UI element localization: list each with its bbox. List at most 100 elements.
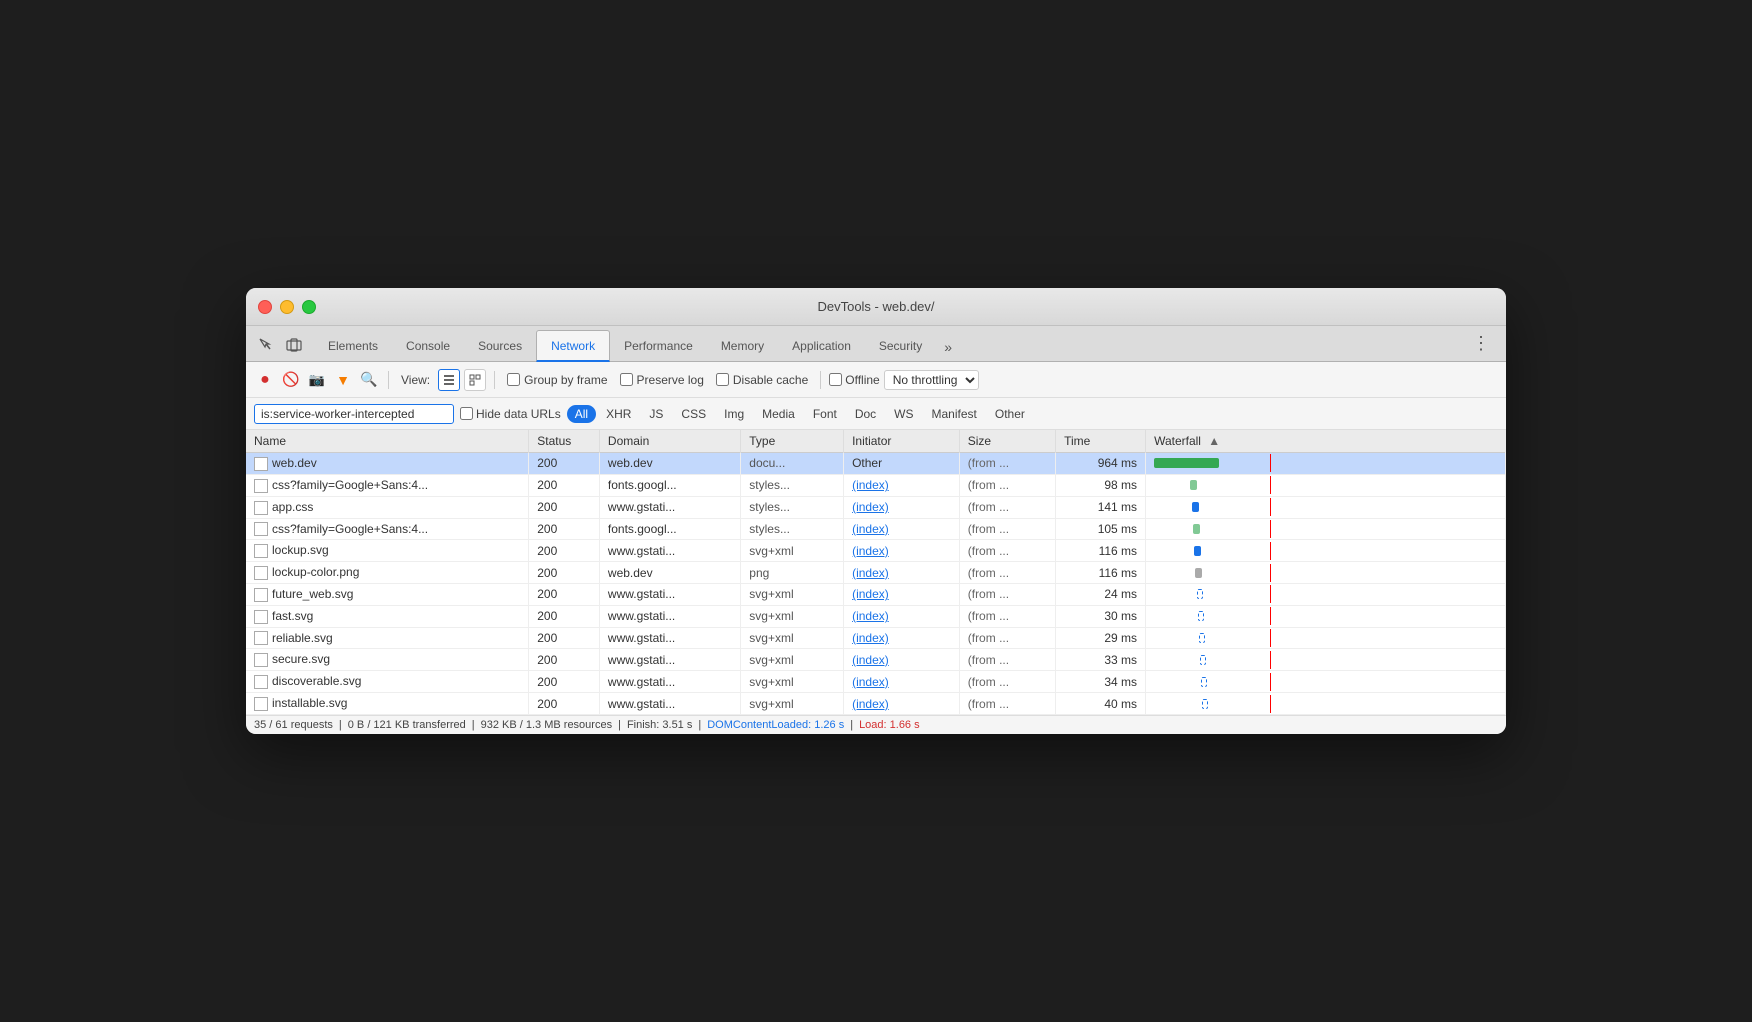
disable-cache-toggle[interactable]: Disable cache (716, 373, 808, 387)
preserve-log-checkbox[interactable] (620, 373, 633, 386)
cell-initiator[interactable]: (index) (844, 584, 960, 606)
col-waterfall[interactable]: Waterfall ▲ (1146, 430, 1506, 453)
cell-name[interactable]: reliable.svg (246, 627, 529, 649)
hide-data-urls-toggle[interactable]: Hide data URLs (460, 407, 561, 421)
cell-initiator[interactable]: (index) (844, 518, 960, 540)
table-row[interactable]: secure.svg200www.gstati...svg+xml(index)… (246, 649, 1506, 671)
filter-all-button[interactable]: All (567, 405, 596, 423)
filter-input[interactable] (254, 404, 454, 424)
device-toggle-icon[interactable] (282, 333, 306, 357)
cell-initiator[interactable]: (index) (844, 693, 960, 715)
disable-cache-checkbox[interactable] (716, 373, 729, 386)
col-name[interactable]: Name (246, 430, 529, 453)
cell-initiator[interactable]: (index) (844, 605, 960, 627)
more-tabs-button[interactable]: » (936, 333, 960, 361)
clear-button[interactable]: 🚫 (280, 369, 302, 391)
filter-manifest-button[interactable]: Manifest (924, 405, 985, 423)
cell-domain: www.gstati... (599, 584, 740, 606)
cell-initiator[interactable]: (index) (844, 627, 960, 649)
inspect-icon[interactable] (254, 333, 278, 357)
waterfall-red-line (1270, 651, 1271, 669)
table-row[interactable]: reliable.svg200www.gstati...svg+xml(inde… (246, 627, 1506, 649)
preserve-log-toggle[interactable]: Preserve log (620, 373, 704, 387)
cell-name[interactable]: lockup-color.png (246, 562, 529, 584)
table-row[interactable]: app.css200www.gstati...styles...(index)(… (246, 496, 1506, 518)
devtools-menu-button[interactable]: ⋮ (1464, 325, 1498, 361)
cell-name[interactable]: fast.svg (246, 605, 529, 627)
cell-name[interactable]: future_web.svg (246, 584, 529, 606)
cell-name[interactable]: css?family=Google+Sans:4... (246, 518, 529, 540)
group-by-frame-toggle[interactable]: Group by frame (507, 373, 607, 387)
filter-other-button[interactable]: Other (987, 405, 1033, 423)
hide-data-urls-checkbox[interactable] (460, 407, 473, 420)
list-view-button[interactable] (438, 369, 460, 391)
col-size[interactable]: Size (959, 430, 1055, 453)
filter-xhr-button[interactable]: XHR (598, 405, 639, 423)
table-row[interactable]: lockup-color.png200web.devpng(index)(fro… (246, 562, 1506, 584)
tab-console[interactable]: Console (392, 330, 464, 362)
cell-initiator[interactable]: (index) (844, 671, 960, 693)
filter-ws-button[interactable]: WS (886, 405, 921, 423)
col-status[interactable]: Status (529, 430, 600, 453)
tab-security[interactable]: Security (865, 330, 936, 362)
close-button[interactable] (258, 300, 272, 314)
tab-network[interactable]: Network (536, 330, 610, 362)
record-button[interactable]: ● (254, 369, 276, 391)
filter-button[interactable]: ▼ (332, 369, 354, 391)
screenshot-button[interactable]: 📷 (306, 369, 328, 391)
cell-name[interactable]: css?family=Google+Sans:4... (246, 474, 529, 496)
table-row[interactable]: web.dev200web.devdocu...Other(from ...96… (246, 453, 1506, 475)
tab-memory[interactable]: Memory (707, 330, 778, 362)
table-row[interactable]: lockup.svg200www.gstati...svg+xml(index)… (246, 540, 1506, 562)
col-type[interactable]: Type (741, 430, 844, 453)
filter-media-button[interactable]: Media (754, 405, 803, 423)
cell-name[interactable]: discoverable.svg (246, 671, 529, 693)
file-icon (254, 501, 268, 515)
throttle-select[interactable]: No throttling Slow 3G Fast 3G (884, 370, 979, 390)
tabs-bar: Elements Console Sources Network Perform… (246, 326, 1506, 362)
table-row[interactable]: future_web.svg200www.gstati...svg+xml(in… (246, 584, 1506, 606)
search-button[interactable]: 🔍 (358, 369, 380, 391)
waterfall-red-line (1270, 607, 1271, 625)
table-row[interactable]: installable.svg200www.gstati...svg+xml(i… (246, 693, 1506, 715)
filter-font-button[interactable]: Font (805, 405, 845, 423)
cell-domain: www.gstati... (599, 540, 740, 562)
col-initiator[interactable]: Initiator (844, 430, 960, 453)
tab-sources[interactable]: Sources (464, 330, 536, 362)
cell-initiator[interactable]: (index) (844, 649, 960, 671)
cell-initiator[interactable]: (index) (844, 562, 960, 584)
grouped-view-button[interactable] (464, 369, 486, 391)
cell-initiator[interactable]: (index) (844, 474, 960, 496)
minimize-button[interactable] (280, 300, 294, 314)
cell-initiator[interactable]: (index) (844, 496, 960, 518)
cell-name[interactable]: web.dev (246, 453, 529, 475)
col-time[interactable]: Time (1056, 430, 1146, 453)
filter-doc-button[interactable]: Doc (847, 405, 884, 423)
cell-initiator[interactable]: (index) (844, 540, 960, 562)
offline-toggle[interactable]: Offline (829, 373, 879, 387)
tab-performance[interactable]: Performance (610, 330, 707, 362)
cell-type: docu... (741, 453, 844, 475)
filter-js-button[interactable]: JS (641, 405, 671, 423)
tab-application[interactable]: Application (778, 330, 865, 362)
table-row[interactable]: css?family=Google+Sans:4...200fonts.goog… (246, 518, 1506, 540)
maximize-button[interactable] (302, 300, 316, 314)
cell-name[interactable]: app.css (246, 496, 529, 518)
cell-domain: www.gstati... (599, 605, 740, 627)
cell-waterfall (1146, 540, 1506, 562)
tab-elements[interactable]: Elements (314, 330, 392, 362)
col-domain[interactable]: Domain (599, 430, 740, 453)
cell-name[interactable]: lockup.svg (246, 540, 529, 562)
table-row[interactable]: css?family=Google+Sans:4...200fonts.goog… (246, 474, 1506, 496)
cell-name[interactable]: secure.svg (246, 649, 529, 671)
offline-checkbox[interactable] (829, 373, 842, 386)
filter-img-button[interactable]: Img (716, 405, 752, 423)
group-by-frame-checkbox[interactable] (507, 373, 520, 386)
table-row[interactable]: fast.svg200www.gstati...svg+xml(index)(f… (246, 605, 1506, 627)
filter-css-button[interactable]: CSS (673, 405, 714, 423)
separator-3 (820, 371, 821, 389)
network-table-container[interactable]: Name Status Domain Type Initiator Size T… (246, 430, 1506, 715)
table-row[interactable]: discoverable.svg200www.gstati...svg+xml(… (246, 671, 1506, 693)
cell-name[interactable]: installable.svg (246, 693, 529, 715)
cell-initiator[interactable]: Other (844, 453, 960, 475)
